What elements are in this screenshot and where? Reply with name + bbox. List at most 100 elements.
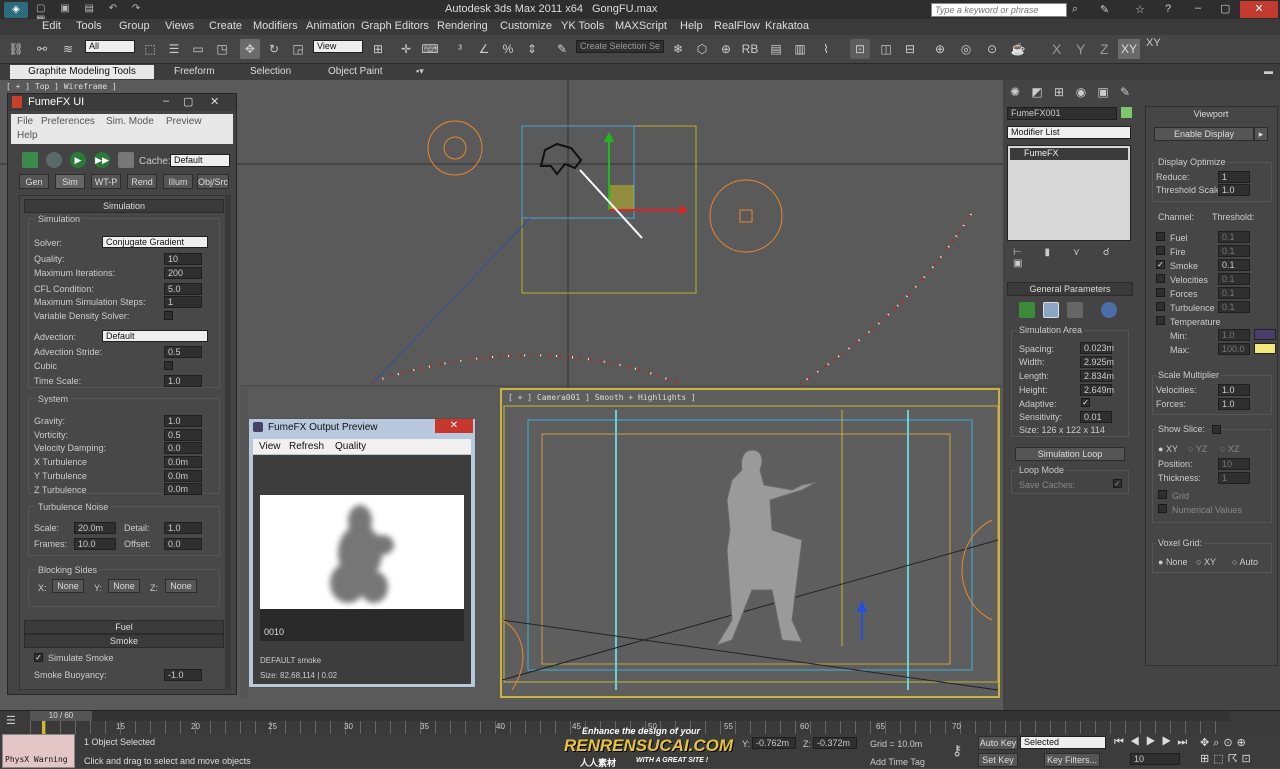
menu-maxscript[interactable]: MAXScript [615, 20, 667, 32]
block-x-button[interactable]: None [52, 579, 84, 593]
cubic-checkbox[interactable] [164, 361, 173, 370]
tools-icon[interactable]: ✎ [1100, 3, 1109, 16]
channel-smoke-threshold[interactable]: 0.1 [1218, 259, 1250, 271]
detail-input[interactable]: 1.0 [164, 522, 202, 534]
channel-forces-threshold[interactable]: 0.1 [1218, 287, 1250, 299]
fumefx-close-button[interactable]: ✕ [210, 95, 219, 108]
temp-max-color-swatch[interactable] [1254, 343, 1276, 354]
material-editor-icon[interactable]: ◫ [876, 39, 896, 59]
tab-selection[interactable]: Selection [250, 66, 291, 77]
scale-icon[interactable]: ◲ [288, 39, 308, 59]
viewport-nav-controls[interactable]: ✥⌕⊙⊕ [1200, 736, 1250, 750]
tab-obj-src[interactable]: Obj/Src [197, 174, 229, 189]
current-frame-input[interactable]: 10 [1130, 753, 1180, 765]
channel-velocities-threshold[interactable]: 0.1 [1218, 273, 1250, 285]
quick-align-icon[interactable]: ⊕ [716, 39, 736, 59]
rotate-icon[interactable]: ↻ [264, 39, 284, 59]
frames-input[interactable]: 10.0 [74, 538, 116, 550]
offset-input[interactable]: 0.0 [164, 538, 202, 550]
mini-curve-editor-icon[interactable]: ☰ [6, 714, 26, 730]
bind-space-warp-icon[interactable]: ≋ [58, 39, 78, 59]
cfl-input[interactable]: 5.0 [164, 283, 202, 295]
block-y-button[interactable]: None [108, 579, 140, 593]
advection-stride-input[interactable]: 0.5 [164, 346, 202, 358]
slice-xz-radio[interactable]: ○ XZ [1220, 444, 1239, 454]
show-slice-checkbox[interactable] [1212, 425, 1221, 434]
variable-density-checkbox[interactable] [164, 311, 173, 320]
block-z-button[interactable]: None [165, 579, 197, 593]
axis-x-button[interactable]: X [1052, 41, 1061, 57]
voxel-none-radio[interactable]: ● None [1158, 557, 1187, 567]
stack-tools[interactable]: ⊢ ▮ ⋎ ☌ ▣ [1013, 247, 1131, 269]
star-icon[interactable]: ☆ [1135, 3, 1145, 16]
stack-item-fumefx[interactable]: FumeFX [1010, 148, 1128, 160]
ribbon-minimize-icon[interactable]: ▬ [1264, 66, 1273, 76]
y-turbulence-input[interactable]: 0.0m [164, 470, 202, 482]
max-iterations-input[interactable]: 200 [164, 267, 202, 279]
forces-scale-input[interactable]: 1.0 [1218, 398, 1250, 410]
fumefx-preview-icon[interactable] [1067, 302, 1083, 318]
fumefx-menu-preferences[interactable]: Preferences [41, 116, 95, 127]
tab-graphite-modeling-tools[interactable]: Graphite Modeling Tools [10, 65, 154, 79]
fumefx-grid-icon[interactable] [1019, 302, 1035, 318]
menu-customize[interactable]: Customize [500, 20, 552, 32]
axis-xy-cycle-button[interactable]: XY [1146, 37, 1161, 49]
simulation-rollout-header[interactable]: Simulation [24, 199, 224, 213]
curve-editor-icon[interactable]: ⌇ [816, 39, 836, 59]
menu-create[interactable]: Create [209, 20, 242, 32]
schematic-view-icon[interactable]: ⊡ [850, 39, 870, 59]
smoke-rollout-header[interactable]: Smoke [24, 634, 224, 648]
close-button[interactable]: ✕ [1240, 1, 1278, 18]
scale-input[interactable]: 20.0m [74, 522, 116, 534]
binoculars-icon[interactable]: ⌕ [1072, 3, 1078, 16]
fumefx-menu-help[interactable]: Help [17, 130, 38, 141]
menu-realflow[interactable]: RealFlow [714, 20, 760, 32]
slice-grid-checkbox[interactable] [1158, 490, 1167, 499]
channel-temperature-checkbox[interactable] [1156, 316, 1165, 325]
named-selection-set-input[interactable]: Create Selection Se [576, 40, 664, 53]
viewport-rollout-header[interactable]: Viewport [1150, 108, 1272, 122]
fumefx-maximize-button[interactable]: ▢ [183, 95, 193, 108]
fumefx-help-icon[interactable] [1101, 302, 1117, 318]
camera-viewport[interactable]: [ + ] Camera001 ] Smooth + Highlights ] [500, 388, 1000, 698]
fumefx-play-icon[interactable]: ▶ [70, 152, 86, 168]
selection-filter-dropdown[interactable]: All [85, 40, 135, 53]
modifier-list-dropdown[interactable]: Modifier List [1007, 126, 1131, 139]
channel-velocities-checkbox[interactable] [1156, 274, 1165, 283]
enable-display-options-button[interactable]: ▸ [1254, 127, 1268, 141]
render-iterative-icon[interactable]: ⊙ [982, 39, 1002, 59]
motion-panel-icon[interactable]: ◉ [1071, 82, 1091, 102]
temp-max-input[interactable]: 100.0 [1218, 343, 1250, 355]
pivot-center-icon[interactable]: ⊞ [368, 39, 388, 59]
x-turbulence-input[interactable]: 0.0m [164, 456, 202, 468]
fumefx-menu-file[interactable]: File [17, 116, 33, 127]
slice-yz-radio[interactable]: ○ YZ [1188, 444, 1207, 454]
z-turbulence-input[interactable]: 0.0m [164, 483, 202, 495]
fumefx-continue-icon[interactable]: ▶▶ [94, 152, 110, 168]
smoke-buoyancy-input[interactable]: -1.0 [164, 669, 202, 681]
mirror-icon[interactable]: ❄ [668, 39, 688, 59]
maximize-button[interactable]: ▢ [1220, 2, 1230, 15]
fumefx-ui-icon[interactable] [1043, 302, 1059, 318]
fumefx-menu-sim-mode[interactable]: Sim. Mode [106, 116, 154, 127]
vorticity-input[interactable]: 0.5 [164, 429, 202, 441]
key-filters-button[interactable]: Key Filters... [1044, 753, 1100, 767]
add-time-tag[interactable]: Add Time Tag [870, 757, 925, 767]
save-caches-checkbox[interactable]: ✓ [1113, 479, 1122, 488]
link-icon[interactable]: ⛓ [6, 39, 26, 59]
height-input[interactable]: 2.649m [1080, 384, 1114, 396]
maxscript-listener[interactable]: PhysX Warning [2, 734, 75, 768]
preview-close-button[interactable]: ✕ [435, 419, 473, 433]
fumefx-menu-preview[interactable]: Preview [166, 116, 202, 127]
move-icon[interactable]: ✥ [240, 39, 260, 59]
layer-manager-icon[interactable]: ▤ [766, 39, 786, 59]
menu-help[interactable]: Help [680, 20, 703, 32]
fumefx-scrollbar[interactable] [225, 195, 231, 690]
rb-icon[interactable]: RB [740, 39, 760, 59]
channel-forces-checkbox[interactable] [1156, 288, 1165, 297]
channel-fire-threshold[interactable]: 0.1 [1218, 245, 1250, 257]
rendered-frame-icon[interactable]: ⊕ [930, 39, 950, 59]
time-slider-track[interactable]: 10 / 60 [30, 711, 1230, 721]
teapot-icon[interactable]: ☕ [1008, 39, 1028, 59]
tab-gen[interactable]: Gen [19, 174, 49, 189]
